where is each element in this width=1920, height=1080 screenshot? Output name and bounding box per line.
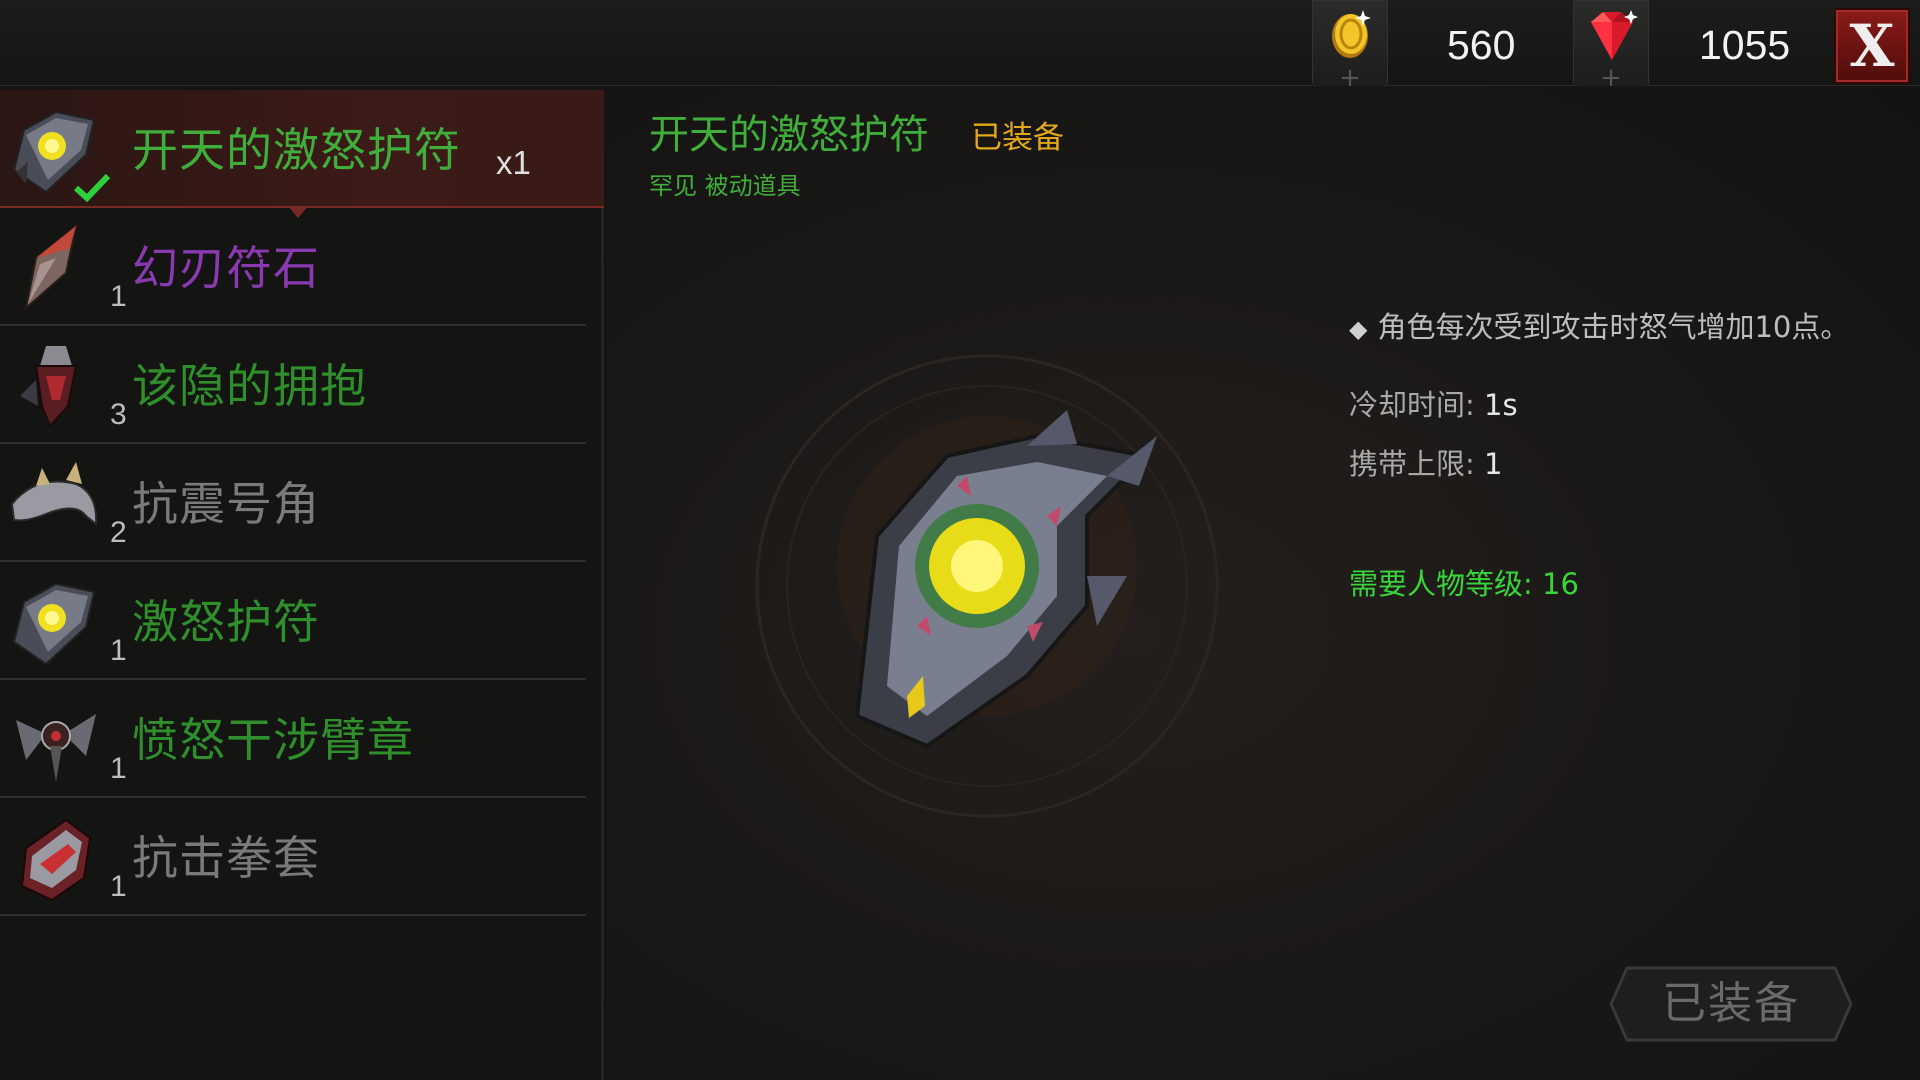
item-count: 1 xyxy=(110,280,127,313)
detail-title: 开天的激怒护符 xyxy=(649,112,929,158)
cooldown-value: 1s xyxy=(1484,388,1518,422)
horn-icon xyxy=(10,462,98,526)
blade-runestone-icon xyxy=(24,223,78,311)
list-item-1[interactable]: 幻刃符石 1 xyxy=(0,208,586,326)
item-count: 1 xyxy=(110,752,127,785)
equipped-check-icon xyxy=(73,173,111,202)
carry-limit-value: 1 xyxy=(1484,447,1503,481)
carry-limit-stat: 携带上限: 1 xyxy=(1349,441,1502,483)
diamond-bullet-icon: ◆ xyxy=(1349,315,1368,343)
carry-limit-label: 携带上限: xyxy=(1349,447,1484,481)
cooldown-label: 冷却时间: xyxy=(1349,388,1484,422)
item-count: 2 xyxy=(110,516,127,549)
list-item-2[interactable]: 该隐的拥抱 3 xyxy=(0,326,586,444)
list-item-5[interactable]: 愤怒干涉臂章 1 xyxy=(0,680,586,798)
list-item-4[interactable]: 激怒护符 1 xyxy=(0,562,586,680)
cooldown-stat: 冷却时间: 1s xyxy=(1349,382,1518,424)
effect-description: ◆ 角色每次受到攻击时怒气增加10点。 xyxy=(1349,304,1849,346)
item-name: 开天的激怒护符 xyxy=(132,123,461,177)
item-count: 1 xyxy=(110,870,127,903)
level-requirement: 需要人物等级: 16 xyxy=(1349,567,1579,601)
top-bar: + 560 + 1055 X xyxy=(0,0,1920,104)
item-list: 开天的激怒护符 x1 幻刃符石 1 该隐的拥抱 3 抗震号角 2 激怒护符 1 … xyxy=(0,90,604,1080)
list-item-6[interactable]: 抗击拳套 1 xyxy=(0,798,586,916)
amulet-artwork-icon xyxy=(755,354,1219,818)
close-label: X xyxy=(1849,12,1895,80)
item-name: 该隐的拥抱 xyxy=(132,359,367,413)
gold-value: 560 xyxy=(1447,22,1516,68)
item-name: 抗击拳套 xyxy=(132,831,320,885)
effect-text: 角色每次受到攻击时怒气增加10点。 xyxy=(1377,310,1850,344)
item-count: 3 xyxy=(110,398,127,431)
item-detail-panel: 开天的激怒护符 已装备 罕见 被动道具 ◆ 角色每次受到攻击时怒气增加10点。 冷… xyxy=(607,86,1920,1080)
gauntlet-icon xyxy=(20,818,92,902)
item-name: 激怒护符 xyxy=(132,595,320,649)
item-count: 1 xyxy=(110,634,127,667)
item-name: 抗震号角 xyxy=(132,477,320,531)
equipped-button[interactable]: 已装备 xyxy=(1609,966,1853,1042)
list-item-0[interactable]: 开天的激怒护符 x1 xyxy=(0,90,604,218)
item-name: 幻刃符石 xyxy=(132,241,320,295)
list-item-3[interactable]: 抗震号角 2 xyxy=(0,444,586,562)
gold-coin-icon xyxy=(1332,10,1371,58)
gem-value: 1055 xyxy=(1699,22,1791,68)
item-count: x1 xyxy=(496,144,531,181)
armband-icon xyxy=(16,714,96,782)
ruby-gem-icon xyxy=(1591,10,1638,60)
item-name: 愤怒干涉臂章 xyxy=(132,713,414,767)
cains-embrace-icon xyxy=(20,346,78,428)
equipped-status-tag: 已装备 xyxy=(971,120,1064,156)
close-button[interactable]: X xyxy=(1834,8,1910,84)
item-rarity-type: 罕见 被动道具 xyxy=(649,172,801,200)
rage-amulet-icon xyxy=(12,582,96,666)
equipped-button-label: 已装备 xyxy=(1662,978,1800,1029)
